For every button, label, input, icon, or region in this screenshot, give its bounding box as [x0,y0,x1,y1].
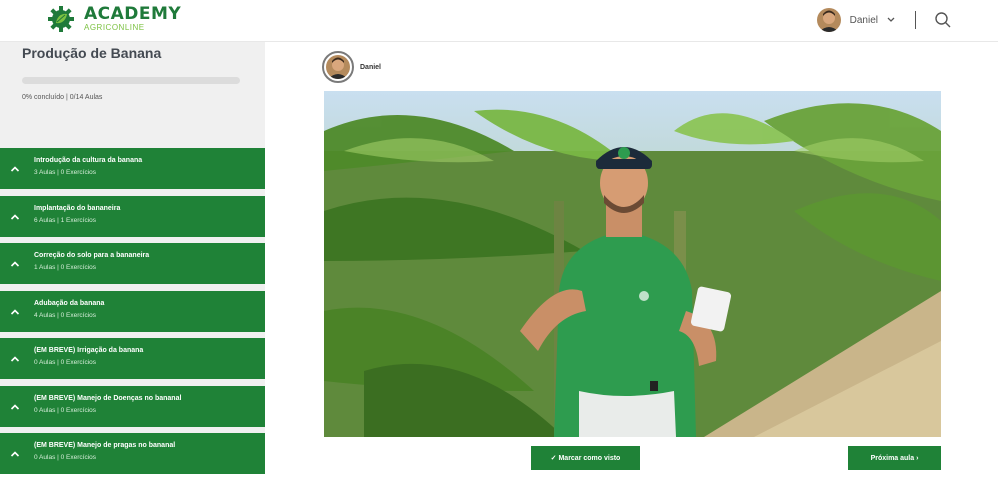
search-icon[interactable] [934,11,952,29]
module-title: Implantação do bananeira [34,204,121,212]
module-item[interactable]: (EM BREVE) Manejo de pragas no bananal 0… [0,433,265,474]
module-title: (EM BREVE) Manejo de Doenças no bananal [34,394,182,402]
module-item[interactable]: Introdução da cultura da banana 3 Aulas … [0,148,265,189]
logo-subtitle: AGRICONLINE [84,23,145,32]
course-progress-text: 0% concluído | 0/14 Aulas [22,94,103,101]
chevron-up-icon[interactable] [10,304,20,315]
chevron-up-icon[interactable] [10,399,20,410]
lesson-content: Daniel ✓ Marcar como visto Próxima aula … [265,42,998,470]
academy-logo[interactable]: ACADEMY AGRICONLINE [46,4,181,34]
course-title: Produção de Banana [22,45,162,61]
instructor-info: Daniel [322,51,381,83]
module-meta: 0 Aulas | 0 Exercícios [34,406,97,414]
instructor-avatar [322,51,354,83]
user-menu[interactable]: Daniel [816,6,952,34]
chevron-down-icon[interactable] [887,15,895,25]
module-item[interactable]: (EM BREVE) Manejo de Doenças no bananal … [0,385,265,427]
next-lesson-button[interactable]: Próxima aula › [848,446,941,470]
module-item[interactable]: Correção do solo para a bananeira 1 Aula… [0,243,265,284]
avatar[interactable] [816,8,841,32]
module-list: Introdução da cultura da banana 3 Aulas … [0,148,265,481]
module-title: Introdução da cultura da banana [34,157,143,164]
module-meta: 0 Aulas | 0 Exercícios [34,359,97,366]
module-meta: 6 Aulas | 1 Exercícios [34,216,97,224]
module-title: Adubação da banana [34,299,105,307]
instructor-name: Daniel [360,63,382,71]
module-item[interactable]: Implantação do bananeira 6 Aulas | 1 Exe… [0,195,265,237]
chevron-up-icon[interactable] [10,161,20,172]
module-meta: 1 Aulas | 0 Exercícios [34,264,97,271]
top-bar: ACADEMY AGRICONLINE Daniel [0,0,998,42]
module-item[interactable]: (EM BREVE) Irrigação da banana 0 Aulas |… [0,338,265,379]
chevron-up-icon[interactable] [10,446,20,457]
logo-title: ACADEMY [84,4,182,24]
chevron-up-icon[interactable] [10,256,20,267]
header-divider [915,11,916,29]
mark-as-seen-button[interactable]: ✓ Marcar como visto [531,446,640,470]
module-meta: 3 Aulas | 0 Exercícios [34,169,97,176]
course-sidebar: Produção de Banana 0% concluído | 0/14 A… [0,42,265,474]
module-title: (EM BREVE) Manejo de pragas no bananal [34,442,176,449]
module-item[interactable]: Adubação da banana 4 Aulas | 0 Exercício… [0,290,265,332]
course-progress-bar [22,77,240,84]
chevron-up-icon[interactable] [10,351,20,362]
lesson-video[interactable] [324,91,941,437]
module-title: (EM BREVE) Irrigação da banana [34,347,144,354]
logo-gear-leaf-icon [46,4,76,34]
course-header: Produção de Banana 0% concluído | 0/14 A… [0,42,296,146]
module-title: Correção do solo para a bananeira [34,252,150,259]
chevron-up-icon[interactable] [10,209,20,220]
module-meta: 4 Aulas | 0 Exercícios [34,311,97,319]
user-name[interactable]: Daniel [850,15,878,26]
module-meta: 0 Aulas | 0 Exercícios [34,454,97,461]
